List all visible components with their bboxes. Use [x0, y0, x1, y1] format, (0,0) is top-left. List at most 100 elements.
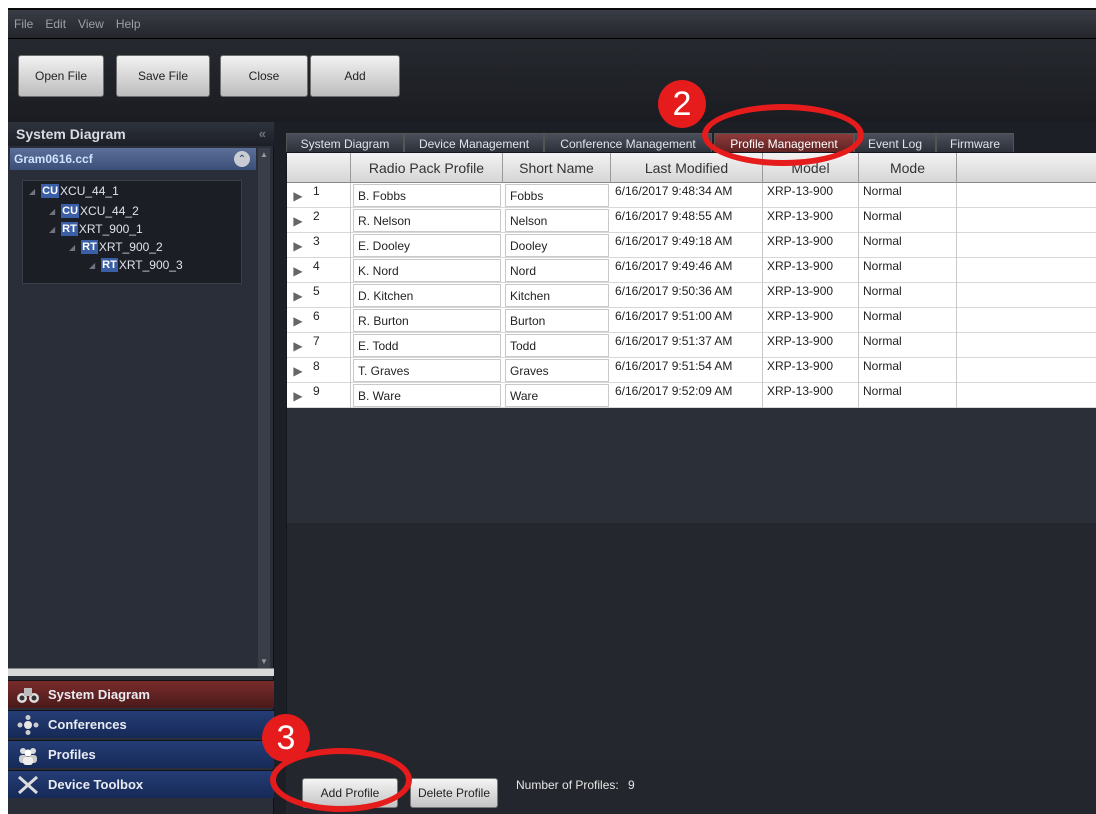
cell-row-number: 4: [309, 258, 351, 283]
cell-short-name[interactable]: Nord: [505, 259, 609, 282]
expand-icon[interactable]: ◢: [49, 207, 55, 216]
cell-radio-pack-profile[interactable]: B. Fobbs: [353, 184, 501, 207]
table-row[interactable]: ▶ 1 B. Fobbs Fobbs 6/16/2017 9:48:34 AM XRP-1…: [287, 183, 1096, 208]
row-selector-arrow-icon[interactable]: ▶: [287, 208, 309, 233]
table-row[interactable]: ▶ 5 D. Kitchen Kitchen 6/16/2017 9:50:36 AM X…: [287, 283, 1096, 308]
table-row[interactable]: ▶ 2 R. Nelson Nelson 6/16/2017 9:48:55 AM XRP…: [287, 208, 1096, 233]
cell-short-name[interactable]: Kitchen: [505, 284, 609, 307]
cell-radio-pack-profile[interactable]: E. Todd: [353, 334, 501, 357]
row-selector-arrow-icon[interactable]: ▶: [287, 333, 309, 358]
scroll-down-icon[interactable]: ▼: [260, 657, 268, 666]
cell-row-number: 9: [309, 383, 351, 408]
cell-short-name[interactable]: Nelson: [505, 209, 609, 232]
expand-icon[interactable]: ◢: [29, 187, 35, 196]
cell-last-modified: 6/16/2017 9:48:55 AM: [611, 208, 763, 233]
table-row[interactable]: ▶ 3 E. Dooley Dooley 6/16/2017 9:49:18 AM XRP…: [287, 233, 1096, 258]
cell-radio-pack-profile[interactable]: B. Ware: [353, 384, 501, 407]
cell-last-modified: 6/16/2017 9:49:46 AM: [611, 258, 763, 283]
profile-count: Number of Profiles: 9: [516, 778, 635, 792]
column-header-mode[interactable]: Mode: [859, 153, 957, 183]
row-selector-arrow-icon[interactable]: ▶: [287, 308, 309, 333]
cell-radio-pack-profile[interactable]: E. Dooley: [353, 234, 501, 257]
cell-radio-pack-profile[interactable]: R. Nelson: [353, 209, 501, 232]
expand-icon[interactable]: ◢: [69, 243, 75, 252]
close-button[interactable]: Close: [220, 55, 308, 97]
cell-radio-pack-profile[interactable]: R. Burton: [353, 309, 501, 332]
tree-node[interactable]: ◢ CU XCU_44_2: [49, 203, 139, 219]
tab-system-diagram[interactable]: System Diagram: [286, 133, 404, 153]
row-selector-arrow-icon[interactable]: ▶: [287, 183, 309, 208]
nav-device-toolbox[interactable]: Device Toolbox: [8, 770, 274, 798]
panel-title: System Diagram: [16, 126, 126, 142]
cell-radio-pack-profile[interactable]: K. Nord: [353, 259, 501, 282]
cell-short-name[interactable]: Graves: [505, 359, 609, 382]
application-window: File Edit View Help Open File Save File …: [8, 8, 1096, 814]
expand-icon[interactable]: ◢: [89, 261, 95, 270]
cell-row-number: 1: [309, 183, 351, 208]
collapse-icon[interactable]: «: [259, 126, 266, 141]
row-selector-arrow-icon[interactable]: ▶: [287, 383, 309, 408]
grid-header: Radio Pack Profile Short Name Last Modif…: [287, 153, 1096, 183]
expand-icon[interactable]: ◢: [49, 225, 55, 234]
menu-file[interactable]: File: [14, 17, 33, 31]
left-panel: System Diagram « Gram0616.ccf ⌃ ▲ ▼ ◢ CU…: [8, 122, 274, 814]
tree-node-label: XRT_900_1: [78, 222, 143, 236]
nav-profiles[interactable]: Profiles: [8, 740, 274, 768]
tree-node[interactable]: ◢ RT XRT_900_2: [69, 239, 163, 255]
cell-row-number: 6: [309, 308, 351, 333]
table-row[interactable]: ▶ 8 T. Graves Graves 6/16/2017 9:51:54 AM XRP…: [287, 358, 1096, 383]
nav-conferences[interactable]: Conferences: [8, 710, 274, 738]
delete-profile-button[interactable]: Delete Profile: [410, 778, 498, 808]
menu-help[interactable]: Help: [116, 17, 141, 31]
cell-short-name[interactable]: Fobbs: [505, 184, 609, 207]
cell-model: XRP-13-900: [763, 233, 859, 258]
cell-model: XRP-13-900: [763, 358, 859, 383]
row-selector-arrow-icon[interactable]: ▶: [287, 258, 309, 283]
chevron-up-icon[interactable]: ⌃: [234, 151, 250, 167]
file-name: Gram0616.ccf: [14, 152, 93, 166]
add-button[interactable]: Add: [310, 55, 400, 97]
file-header[interactable]: Gram0616.ccf ⌃: [10, 148, 256, 170]
tree-node[interactable]: ◢ RT XRT_900_1: [49, 221, 143, 237]
cell-model: XRP-13-900: [763, 258, 859, 283]
row-header-corner[interactable]: [287, 153, 351, 183]
open-file-button[interactable]: Open File: [18, 55, 104, 97]
conference-icon: [16, 714, 40, 735]
cell-model: XRP-13-900: [763, 383, 859, 408]
tree-scrollbar[interactable]: ▲ ▼: [258, 148, 270, 668]
cell-short-name[interactable]: Dooley: [505, 234, 609, 257]
column-header-short-name[interactable]: Short Name: [503, 153, 611, 183]
table-row[interactable]: ▶ 7 E. Todd Todd 6/16/2017 9:51:37 AM XRP-13-…: [287, 333, 1096, 358]
cell-model: XRP-13-900: [763, 208, 859, 233]
nav-system-diagram[interactable]: System Diagram: [8, 680, 274, 708]
cell-short-name[interactable]: Ware: [505, 384, 609, 407]
cell-last-modified: 6/16/2017 9:51:00 AM: [611, 308, 763, 333]
table-row[interactable]: ▶ 4 K. Nord Nord 6/16/2017 9:49:46 AM XRP-13-…: [287, 258, 1096, 283]
rt-icon: RT: [81, 240, 98, 254]
row-selector-arrow-icon[interactable]: ▶: [287, 233, 309, 258]
splitter-handle[interactable]: [8, 668, 274, 676]
save-file-button[interactable]: Save File: [116, 55, 210, 97]
table-row[interactable]: ▶ 9 B. Ware Ware 6/16/2017 9:52:09 AM XRP-13-…: [287, 383, 1096, 408]
table-row[interactable]: ▶ 6 R. Burton Burton 6/16/2017 9:51:00 AM XRP…: [287, 308, 1096, 333]
row-selector-arrow-icon[interactable]: ▶: [287, 283, 309, 308]
tab-conference-management[interactable]: Conference Management: [544, 133, 712, 153]
cell-short-name[interactable]: Todd: [505, 334, 609, 357]
tree-node[interactable]: ◢ CU XCU_44_1: [29, 183, 119, 199]
scroll-up-icon[interactable]: ▲: [260, 150, 268, 159]
cell-row-number: 3: [309, 233, 351, 258]
cell-radio-pack-profile[interactable]: D. Kitchen: [353, 284, 501, 307]
menu-view[interactable]: View: [78, 17, 104, 31]
tab-event-log[interactable]: Event Log: [854, 133, 936, 153]
cell-short-name[interactable]: Burton: [505, 309, 609, 332]
cell-radio-pack-profile[interactable]: T. Graves: [353, 359, 501, 382]
menu-edit[interactable]: Edit: [45, 17, 66, 31]
cell-last-modified: 6/16/2017 9:52:09 AM: [611, 383, 763, 408]
tab-device-management[interactable]: Device Management: [404, 133, 544, 153]
step-2-badge: 2: [658, 80, 706, 128]
cell-model: XRP-13-900: [763, 283, 859, 308]
row-selector-arrow-icon[interactable]: ▶: [287, 358, 309, 383]
tree-node[interactable]: ◢ RT XRT_900_3: [89, 257, 183, 273]
tab-firmware[interactable]: Firmware: [936, 133, 1014, 153]
column-header-radio-pack-profile[interactable]: Radio Pack Profile: [351, 153, 503, 183]
